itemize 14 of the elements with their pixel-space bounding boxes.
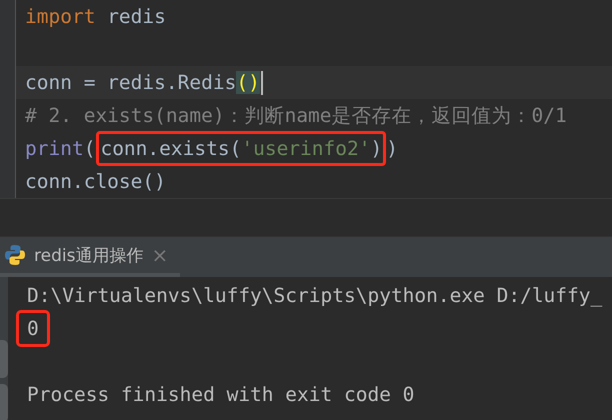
- code-text: print(: [24, 136, 96, 162]
- code-text: ): [385, 136, 399, 162]
- code-text: conn.close(): [24, 169, 167, 195]
- python-icon: [4, 244, 26, 266]
- tab-label: redis通用操作: [34, 244, 144, 266]
- code-text: # 2. exists(name)：判断name是否存在，返回值为：0/1: [24, 103, 568, 129]
- console-text: Process finished with exit code 0: [26, 382, 416, 408]
- console-text: D:\Virtualenvs\luffy\Scripts\python.exe D:/luffy_: [26, 283, 604, 309]
- highlight-box: conn.exists('userinfo2'): [96, 131, 386, 166]
- highlight-box: 0: [16, 310, 50, 347]
- code-text: import redis: [24, 4, 167, 30]
- tool-button[interactable]: [0, 384, 8, 420]
- tool-button[interactable]: [0, 340, 8, 378]
- text-caret: [260, 70, 263, 94]
